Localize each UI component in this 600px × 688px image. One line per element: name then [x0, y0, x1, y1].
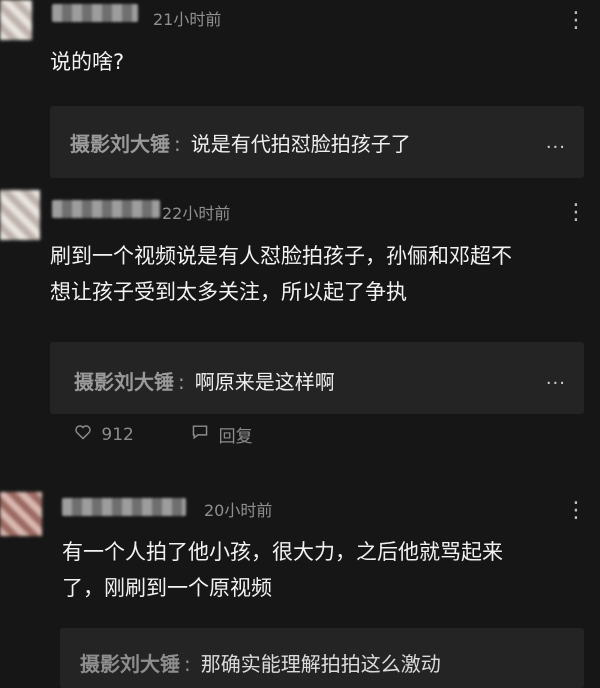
comment-2: 22小时前 ⋮ 刷到一个视频说是有人怼脸拍孩子，孙俪和邓超不 想让孩子受到太多关… [0, 190, 600, 480]
heart-outline-icon [74, 424, 92, 445]
reply-colon: : [184, 652, 191, 676]
like-button[interactable]: 912 [74, 424, 134, 445]
avatar[interactable] [0, 190, 40, 240]
comment-text-line: 想让孩子受到太多关注，所以起了争执 [50, 280, 407, 304]
comment-time: 21小时前 [153, 10, 222, 29]
avatar[interactable] [0, 0, 32, 40]
more-icon[interactable]: ... [546, 132, 566, 153]
vertical-dots-icon[interactable]: ⋮ [565, 498, 587, 523]
reply-preview[interactable]: 摄影刘大锤: 啊原来是这样啊 ... [50, 342, 584, 414]
reply-text: 那确实能理解拍拍这么激动 [200, 652, 441, 676]
comment-text: 说的啥? [50, 50, 125, 74]
reply-label: 回复 [218, 427, 253, 447]
comment-text: 刷到一个视频说是有人怼脸拍孩子，孙俪和邓超不 想让孩子受到太多关注，所以起了争执 [50, 238, 584, 310]
username-blurred[interactable] [52, 200, 160, 218]
comment-text-line: 有一个人拍了他小孩，很大力，之后他就骂起来 [62, 540, 503, 564]
comment-actions: 912 回复 [74, 422, 253, 447]
comment-time: 22小时前 [162, 204, 231, 223]
vertical-dots-icon[interactable]: ⋮ [565, 8, 587, 33]
like-count: 912 [101, 424, 134, 445]
comment-text-line: 刷到一个视频说是有人怼脸拍孩子，孙俪和邓超不 [50, 244, 512, 268]
reply-preview[interactable]: 摄影刘大锤: 说是有代拍怼脸拍孩子了 ... [50, 106, 584, 178]
username-blurred[interactable] [62, 498, 186, 516]
reply-author[interactable]: 摄影刘大锤 [80, 652, 180, 676]
reply-colon: : [174, 132, 181, 156]
reply-author[interactable]: 摄影刘大锤 [70, 132, 170, 156]
reply-text: 啊原来是这样啊 [194, 370, 335, 394]
comment-time: 20小时前 [204, 501, 273, 520]
avatar[interactable] [0, 492, 42, 536]
reply-author[interactable]: 摄影刘大锤 [74, 370, 174, 394]
speech-bubble-icon [191, 424, 209, 445]
comment-1: 21小时前 ⋮ 说的啥? 摄影刘大锤: 说是有代拍怼脸拍孩子了 ... [0, 0, 600, 190]
comment-text-line: 了，刚刷到一个原视频 [62, 576, 272, 600]
more-icon[interactable]: ... [546, 368, 566, 389]
comment-3: 20小时前 ⋮ 有一个人拍了他小孩，很大力，之后他就骂起来 了，刚刷到一个原视频… [0, 480, 600, 688]
comment-text: 有一个人拍了他小孩，很大力，之后他就骂起来 了，刚刷到一个原视频 [62, 534, 584, 606]
reply-text: 说是有代拍怼脸拍孩子了 [190, 132, 411, 156]
reply-button[interactable]: 回复 [191, 422, 253, 447]
vertical-dots-icon[interactable]: ⋮ [565, 200, 587, 225]
username-blurred[interactable] [52, 4, 138, 22]
reply-preview[interactable]: 摄影刘大锤: 那确实能理解拍拍这么激动 [60, 628, 584, 688]
reply-colon: : [178, 370, 185, 394]
